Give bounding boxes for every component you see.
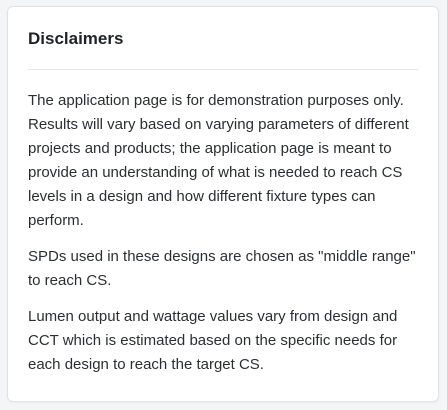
card-header: Disclaimers [28, 27, 418, 51]
disclaimer-paragraph-lumen: Lumen output and wattage values vary fro… [28, 308, 398, 373]
header-divider [28, 69, 418, 70]
card-title: Disclaimers [28, 29, 124, 48]
disclaimers-card: Disclaimers The application page is for … [7, 6, 439, 402]
disclaimer-paragraph-spd: SPDs used in these designs are chosen as… [28, 248, 416, 289]
card-body: The application page is for demonstratio… [28, 89, 422, 389]
disclaimer-paragraph-demo: The application page is for demonstratio… [28, 92, 409, 229]
